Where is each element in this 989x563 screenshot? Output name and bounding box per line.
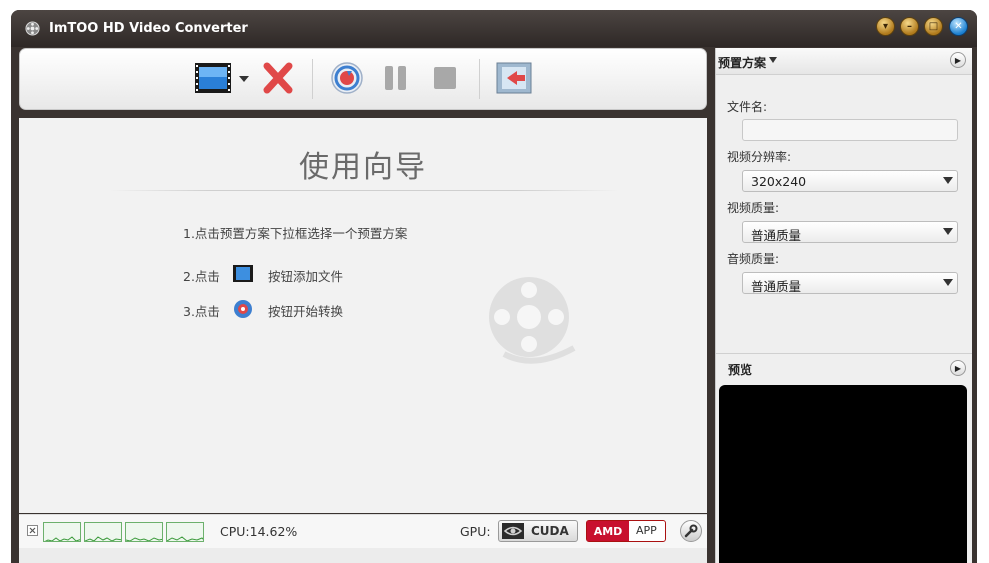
- maximize-button[interactable]: □: [924, 17, 943, 36]
- filename-label: 文件名:: [727, 100, 768, 114]
- amd-app-label: APP: [636, 524, 657, 537]
- window-title: ImTOO HD Video Converter: [49, 21, 248, 36]
- status-bar: CPU:14.62% GPU: CUDA AMD APP: [19, 514, 707, 549]
- cpu-core-graph: [166, 522, 204, 542]
- guide-divider: [109, 190, 619, 191]
- guide-step-1: 1.点击预置方案下拉框选择一个预置方案: [183, 226, 408, 241]
- preview-header[interactable]: 预览 ▶: [716, 353, 972, 384]
- cpu-usage: CPU:14.62%: [220, 524, 298, 539]
- add-video-icon: [233, 265, 253, 282]
- video-quality-value: 普通质量: [751, 228, 802, 243]
- app-window: ImTOO HD Video Converter ▾ – □ ✕ 使用向导 1.…: [11, 10, 977, 563]
- minimize-icon: –: [907, 21, 912, 32]
- pause-icon[interactable]: [382, 61, 410, 95]
- nvidia-eye-icon: [502, 523, 524, 539]
- preset-panel-header[interactable]: 预置方案 ▶: [716, 48, 972, 75]
- cpu-core-graph: [125, 522, 163, 542]
- bottom-bar-partial: [19, 548, 707, 563]
- preset-title: 预置方案: [718, 56, 767, 70]
- preview-expand-arrow-icon[interactable]: ▶: [950, 360, 966, 376]
- amd-app-button[interactable]: AMD APP: [586, 520, 666, 542]
- title-bar[interactable]: ImTOO HD Video Converter ▾ – □ ✕: [11, 10, 977, 47]
- video-quality-select[interactable]: 普通质量: [742, 221, 958, 243]
- resolution-label: 视频分辨率:: [727, 150, 792, 164]
- convert-icon: [234, 300, 252, 318]
- add-video-icon[interactable]: [194, 61, 232, 95]
- resolution-select[interactable]: 320x240: [742, 170, 958, 192]
- preset-dropdown-caret-icon[interactable]: [769, 57, 777, 63]
- film-reel-watermark-icon: [489, 277, 576, 364]
- close-icon: ✕: [954, 21, 963, 32]
- chevron-down-icon: [943, 177, 953, 184]
- audio-quality-select[interactable]: 普通质量: [742, 272, 958, 294]
- wrench-icon: [684, 524, 698, 538]
- chevron-down-icon: [943, 228, 953, 235]
- chevron-down-icon: [943, 279, 953, 286]
- toolbar-separator: [312, 59, 313, 99]
- settings-wrench-button[interactable]: [680, 520, 702, 542]
- guide-step-2-suffix: 按钮添加文件: [268, 269, 344, 284]
- close-graph-icon[interactable]: [27, 525, 38, 536]
- cpu-core-graph: [84, 522, 122, 542]
- expand-arrow-icon[interactable]: ▶: [950, 52, 966, 68]
- cpu-core-graph: [43, 522, 81, 542]
- guide-title: 使用向导: [299, 150, 427, 185]
- convert-icon[interactable]: [330, 61, 364, 95]
- preset-panel: 预置方案 ▶ 文件名: 视频分辨率: 320x240 视频质量: 普通质量 音频…: [715, 48, 972, 563]
- add-dropdown-caret-icon[interactable]: [238, 61, 250, 95]
- preview-screen[interactable]: [719, 385, 967, 563]
- cuda-button[interactable]: CUDA: [498, 520, 578, 542]
- delete-icon[interactable]: [262, 61, 294, 95]
- cuda-label: CUDA: [531, 524, 569, 538]
- gpu-label: GPU:: [460, 524, 491, 539]
- guide-step-3-prefix: 3.点击: [183, 304, 220, 319]
- menu-button[interactable]: ▾: [876, 17, 895, 36]
- close-button[interactable]: ✕: [949, 17, 968, 36]
- audio-quality-value: 普通质量: [751, 279, 802, 294]
- maximize-icon: □: [928, 21, 939, 32]
- guide-step-2-prefix: 2.点击: [183, 269, 220, 284]
- filename-field[interactable]: [742, 119, 958, 141]
- toolbar-separator: [479, 59, 480, 99]
- amd-logo: AMD: [587, 521, 629, 541]
- output-folder-icon[interactable]: [495, 61, 533, 95]
- audio-quality-label: 音频质量:: [727, 252, 780, 266]
- guide-area: 使用向导 1.点击预置方案下拉框选择一个预置方案 2.点击 按钮添加文件 3.点…: [19, 118, 707, 513]
- main-toolbar: [19, 48, 707, 110]
- video-quality-label: 视频质量:: [727, 201, 780, 215]
- preview-title: 预览: [728, 363, 753, 377]
- menu-icon: ▾: [882, 21, 889, 32]
- stop-icon[interactable]: [431, 61, 459, 95]
- resolution-value: 320x240: [751, 174, 807, 189]
- guide-step-3-suffix: 按钮开始转换: [268, 304, 344, 319]
- app-logo-icon: [25, 21, 40, 36]
- minimize-button[interactable]: –: [900, 17, 919, 36]
